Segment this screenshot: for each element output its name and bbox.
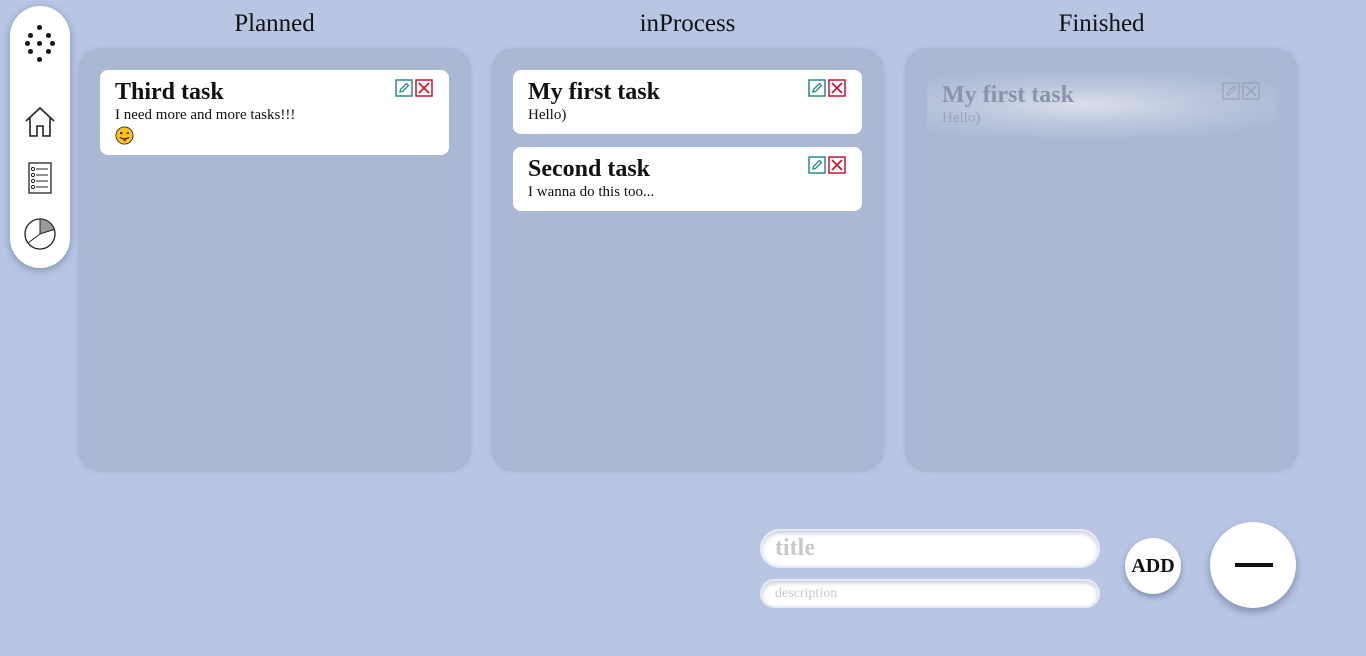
edit-icon[interactable] <box>808 79 826 97</box>
task-title: My first task <box>942 82 1074 108</box>
delete-icon[interactable] <box>1242 82 1260 100</box>
task-description: Hello) <box>942 110 981 126</box>
delete-icon[interactable] <box>415 79 433 97</box>
task-card[interactable]: Second task I wanna do this too... <box>513 147 862 211</box>
board-planned[interactable]: Third task I need more and more tasks!!! <box>80 50 469 470</box>
task-description: Hello) <box>528 107 567 123</box>
column-title-inprocess: inProcess <box>639 10 736 37</box>
board-inprocess[interactable]: My first task Hello) Second task I wanna… <box>493 50 882 470</box>
description-input[interactable] <box>760 579 1100 608</box>
task-description: I need more and more tasks!!! <box>115 107 296 123</box>
task-card[interactable]: Third task I need more and more tasks!!! <box>100 70 449 155</box>
task-card-finished[interactable]: My first task Hello) <box>927 73 1276 137</box>
delete-icon[interactable] <box>828 156 846 174</box>
column-title-finished: Finished <box>1058 10 1145 37</box>
sidebar <box>10 6 70 268</box>
add-button[interactable]: ADD <box>1125 538 1181 594</box>
board-finished[interactable]: My first task Hello) <box>907 50 1296 470</box>
task-title: My first task <box>528 79 660 105</box>
card-actions <box>1222 82 1260 100</box>
column-title-planned: Planned <box>234 10 315 37</box>
collapse-button[interactable] <box>1210 522 1296 608</box>
card-actions <box>395 79 433 97</box>
pie-chart-icon[interactable] <box>23 217 57 251</box>
checklist-icon[interactable] <box>23 161 57 195</box>
edit-icon[interactable] <box>395 79 413 97</box>
task-title: Third task <box>115 79 224 105</box>
grid-dots-icon[interactable] <box>25 25 55 63</box>
card-actions <box>808 79 846 97</box>
task-card[interactable]: My first task Hello) <box>513 70 862 134</box>
title-input[interactable] <box>760 529 1100 568</box>
tongue-out-emoji <box>115 126 134 145</box>
home-icon[interactable] <box>23 105 57 139</box>
minus-icon <box>1235 563 1273 567</box>
edit-icon[interactable] <box>808 156 826 174</box>
card-actions <box>808 156 846 174</box>
task-description: I wanna do this too... <box>528 184 655 200</box>
delete-icon[interactable] <box>828 79 846 97</box>
task-title: Second task <box>528 156 651 182</box>
edit-icon[interactable] <box>1222 82 1240 100</box>
